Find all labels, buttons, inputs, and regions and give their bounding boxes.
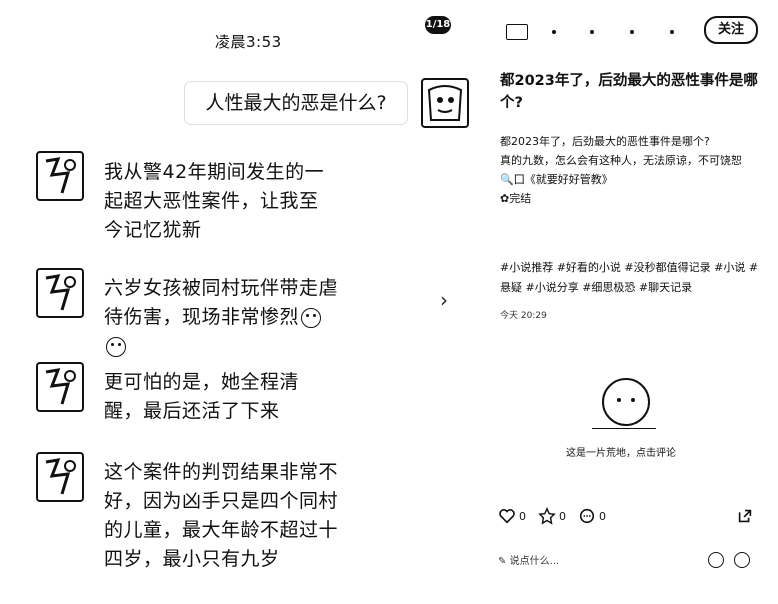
star-count: 0 xyxy=(559,509,566,523)
avatar xyxy=(36,362,84,412)
box-icon xyxy=(506,24,528,40)
dot-icon xyxy=(670,30,674,34)
message-text: 我从警42年期间发生的一起超大恶性案件，让我至今记忆犹新 xyxy=(104,161,325,241)
avatar xyxy=(36,268,84,318)
post-body-line: ✿完结 xyxy=(500,192,532,205)
post-detail-panel: 关注 都2023年了，后劲最大的恶性事件是哪个? 都2023年了，后劲最大的恶性… xyxy=(482,0,778,604)
comment-input[interactable]: ✎ 说点什么... xyxy=(498,552,750,570)
heart-icon xyxy=(499,509,515,524)
avatar xyxy=(36,151,84,201)
avatar xyxy=(421,78,469,128)
empty-comment-hint[interactable]: 这是一片荒地，点击评论 xyxy=(566,444,676,459)
avatar xyxy=(36,452,84,502)
chevron-right-icon[interactable]: › xyxy=(440,288,448,312)
status-time: 凌晨3:53 xyxy=(215,33,282,51)
message-text: 六岁女孩被同村玩伴带走虐待伤害，现场非常惨烈 xyxy=(104,274,340,361)
share-icon xyxy=(738,509,752,523)
at-icon[interactable] xyxy=(708,552,724,568)
follow-button[interactable]: 关注 xyxy=(704,16,758,44)
post-title: 都2023年了，后劲最大的恶性事件是哪个? xyxy=(500,73,758,111)
chat-screenshot-panel: 凌晨3:53 1/18 人性最大的恶是什么? 我从警42年期间发生的一起超大恶性… xyxy=(0,0,480,604)
page-badge: 1/18 xyxy=(425,16,451,34)
dot-icon xyxy=(590,30,594,34)
like-button[interactable]: 0 xyxy=(498,507,526,525)
pencil-icon: ✎ xyxy=(498,556,507,567)
comment-placeholder: 说点什么... xyxy=(509,556,560,567)
post-tags[interactable]: #小说推荐 #好看的小说 #没秒都值得记录 #小说 #悬疑 #小说分享 #细思极… xyxy=(500,258,762,298)
post-body-line: 真的九数，怎么会有这种人，无法原谅，不可饶恕 xyxy=(500,154,742,167)
message-text: 这个案件的判罚结果非常不好，因为凶手只是四个同村的儿童，最大年龄不超过十四岁，最… xyxy=(104,461,339,570)
comment-icon xyxy=(579,508,595,524)
post-time: 今天 20:29 xyxy=(500,311,547,321)
post-actions: 0 0 0 xyxy=(498,507,758,529)
emoji-icon[interactable] xyxy=(734,552,750,568)
sad-face-icon xyxy=(106,336,126,357)
post-body: 都2023年了，后劲最大的恶性事件是哪个? 真的九数，怎么会有这种人，无法原谅，… xyxy=(500,132,762,208)
question-bubble: 人性最大的恶是什么? xyxy=(185,82,407,124)
comment-button[interactable]: 0 xyxy=(578,507,606,525)
dot-icon xyxy=(630,30,634,34)
post-body-line: 都2023年了，后劲最大的恶性事件是哪个? xyxy=(500,135,710,148)
like-count: 0 xyxy=(519,509,526,523)
dot-icon xyxy=(552,30,556,34)
sad-face-icon xyxy=(301,307,322,328)
post-body-line: 🔍囗《就要好好管教》 xyxy=(500,173,613,186)
empty-face-icon xyxy=(602,378,650,426)
message-text: 更可怕的是，她全程清醒，最后还活了下来 xyxy=(104,371,300,422)
share-button[interactable] xyxy=(736,507,754,525)
star-button[interactable]: 0 xyxy=(538,507,566,525)
star-icon xyxy=(538,507,556,525)
divider xyxy=(592,428,656,429)
comment-count: 0 xyxy=(599,509,606,523)
